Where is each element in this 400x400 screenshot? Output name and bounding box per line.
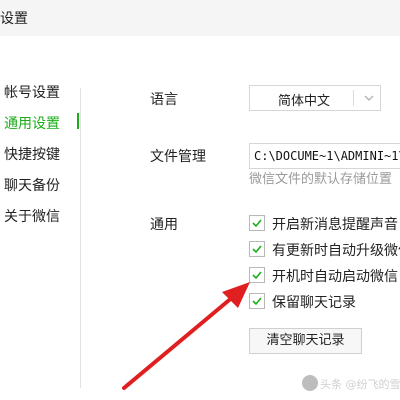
option-keep-chat-history[interactable]: 保留聊天记录 (249, 292, 400, 312)
check-icon (252, 245, 262, 254)
language-select[interactable]: 简体中文 (249, 85, 381, 111)
general-label: 通用 (150, 217, 178, 233)
sidebar-item-backup[interactable]: 聊天备份 (4, 175, 60, 195)
file-path-value: C:\DOCUME~1\ADMINI~1\ (254, 149, 400, 163)
file-management-label: 文件管理 (150, 149, 206, 165)
check-icon (252, 219, 262, 228)
option-auto-update[interactable]: 有更新时自动升级微信 (249, 240, 400, 260)
file-path-hint: 微信文件的默认存储位置 (249, 172, 393, 187)
active-indicator (77, 113, 79, 129)
sidebar-divider (80, 88, 81, 388)
option-label: 保留聊天记录 (272, 295, 356, 311)
language-value: 简体中文 (278, 94, 331, 109)
watermark-logo-icon (302, 375, 318, 391)
chevron-down-icon (364, 95, 374, 101)
window-title: 设置 (0, 11, 28, 27)
sidebar-item-account[interactable]: 帐号设置 (4, 82, 60, 102)
checkbox[interactable] (249, 293, 265, 309)
select-separator (353, 90, 354, 106)
file-path-field[interactable]: C:\DOCUME~1\ADMINI~1\ (249, 143, 400, 169)
option-label: 有更新时自动升级微信 (272, 243, 400, 259)
option-auto-start[interactable]: 开机时自动启动微信 (249, 266, 400, 286)
checkbox[interactable] (249, 267, 265, 283)
check-icon (252, 271, 262, 280)
watermark-text: 头条 @纷飞的雪 (320, 378, 400, 391)
sidebar-item-about[interactable]: 关于微信 (4, 206, 60, 226)
sidebar-item-general[interactable]: 通用设置 (4, 113, 60, 133)
option-label: 开启新消息提醒声音 (272, 217, 398, 233)
sidebar-item-shortcuts[interactable]: 快捷按键 (4, 144, 60, 164)
option-label: 开机时自动启动微信 (272, 269, 398, 285)
language-label: 语言 (150, 92, 178, 108)
title-bar: 设置 (0, 0, 400, 36)
checkbox[interactable] (249, 215, 265, 231)
check-icon (252, 297, 262, 306)
checkbox[interactable] (249, 241, 265, 257)
clear-chat-history-button[interactable]: 清空聊天记录 (249, 328, 362, 354)
option-new-message-sound[interactable]: 开启新消息提醒声音 (249, 214, 400, 234)
